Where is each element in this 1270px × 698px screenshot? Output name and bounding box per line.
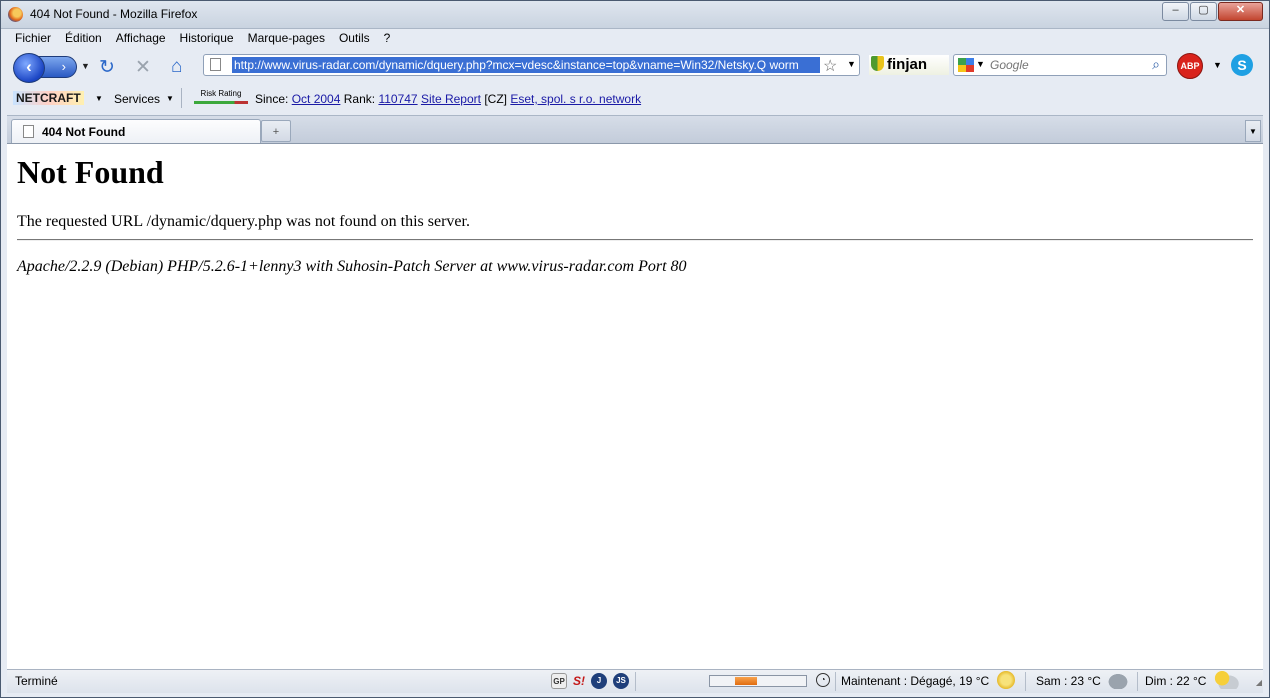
finjan-button[interactable]: finjan (869, 55, 949, 75)
finjan-label: finjan (887, 56, 927, 73)
search-icon[interactable]: ⌕ (1152, 56, 1160, 73)
divider (17, 239, 1253, 241)
url-dropdown-icon[interactable]: ▼ (847, 59, 856, 69)
url-text[interactable]: http://www.virus-radar.com/dynamic/dquer… (232, 57, 820, 73)
netcraft-dropdown-icon[interactable]: ▼ (95, 94, 103, 103)
page-icon (210, 58, 221, 71)
search-input[interactable] (988, 57, 1142, 73)
weather-now[interactable]: Maintenant : Dégagé, 19 °C (841, 674, 989, 688)
netcraft-logo[interactable]: NETCRAFT (13, 91, 84, 105)
close-button[interactable]: ✕ (1218, 2, 1263, 21)
resize-grip-icon[interactable]: ◢ (1256, 678, 1262, 687)
gp-icon[interactable]: GP (551, 673, 567, 689)
status-text: Terminé (15, 674, 58, 688)
menu-outils[interactable]: Outils (331, 29, 376, 49)
menu-affichage[interactable]: Affichage (108, 29, 172, 49)
partly-cloudy-icon (1213, 671, 1239, 689)
status-divider (1025, 672, 1026, 691)
progress-bar (709, 675, 807, 687)
menu-help[interactable]: ? (376, 29, 397, 49)
maximize-button[interactable]: ▢ (1190, 2, 1217, 21)
firefox-logo-icon (8, 7, 23, 22)
status-divider (635, 672, 636, 691)
netcraft-site-info: Since: Oct 2004 Rank: 110747 Site Report… (255, 92, 641, 106)
clock-icon[interactable]: ◔ (816, 673, 830, 687)
google-logo-icon[interactable] (958, 58, 974, 72)
status-divider (1137, 672, 1138, 691)
rain-cloud-icon (1105, 671, 1131, 689)
url-bar[interactable]: http://www.virus-radar.com/dynamic/dquer… (203, 54, 860, 76)
page-content: Not Found The requested URL /dynamic/dqu… (7, 143, 1263, 669)
menu-bar: Fichier Édition Affichage Historique Mar… (7, 29, 396, 49)
rank-label: Rank: (343, 92, 376, 106)
window-title: 404 Not Found - Mozilla Firefox (30, 7, 198, 21)
toolbar-separator (181, 88, 182, 108)
since-label: Since: (255, 92, 289, 106)
country-label: [CZ] (484, 92, 507, 106)
page-heading: Not Found (17, 154, 164, 190)
new-tab-button[interactable]: + (261, 120, 291, 142)
tab-page-icon (23, 125, 34, 138)
back-button[interactable]: ‹ (13, 53, 45, 83)
stop-icon[interactable]: ✕ (135, 56, 151, 79)
s-icon[interactable]: S! (571, 673, 587, 689)
menu-historique[interactable]: Historique (172, 29, 240, 49)
since-link[interactable]: Oct 2004 (292, 92, 341, 106)
weather-saturday[interactable]: Sam : 23 °C (1036, 674, 1101, 688)
history-dropdown-icon[interactable]: ▼ (81, 61, 90, 71)
window-controls: – ▢ ✕ (1162, 2, 1263, 21)
tab-label: 404 Not Found (42, 125, 126, 139)
bookmark-star-icon[interactable]: ☆ (823, 56, 837, 76)
js-icon[interactable]: JS (613, 673, 629, 689)
status-divider (835, 672, 836, 691)
firefox-window: 404 Not Found - Mozilla Firefox – ▢ ✕ Fi… (0, 0, 1270, 698)
menu-fichier[interactable]: Fichier (7, 29, 57, 49)
site-report-link[interactable]: Site Report (421, 92, 481, 106)
search-bar[interactable]: ▼ ⌕ (953, 54, 1167, 76)
back-forward-group: › ‹ ▼ (13, 53, 93, 83)
sun-icon (997, 671, 1015, 689)
navigation-toolbar: › ‹ ▼ ↻ ✕ ⌂ http://www.virus-radar.com/d… (7, 50, 1263, 84)
risk-rating[interactable]: Risk Rating (194, 90, 248, 106)
adblock-dropdown-icon[interactable]: ▼ (1213, 60, 1222, 70)
progress-fill (735, 677, 757, 685)
services-menu[interactable]: Services (114, 92, 160, 106)
tab-404[interactable]: 404 Not Found (11, 119, 261, 143)
menu-edition[interactable]: Édition (57, 29, 108, 49)
home-icon[interactable]: ⌂ (171, 56, 182, 78)
tab-strip: 404 Not Found + ▼ (7, 115, 1263, 143)
tab-list-dropdown-icon[interactable]: ▼ (1245, 120, 1261, 142)
services-dropdown-icon[interactable]: ▼ (166, 94, 174, 103)
adblock-plus-button[interactable]: ABP (1177, 53, 1203, 79)
search-engine-dropdown-icon[interactable]: ▼ (976, 59, 985, 69)
server-signature: Apache/2.2.9 (Debian) PHP/5.2.6-1+lenny3… (17, 258, 687, 275)
risk-rating-label: Risk Rating (200, 89, 242, 98)
skype-icon[interactable]: S (1231, 54, 1253, 76)
netcraft-toolbar: NETCRAFT ▼ Services ▼ Risk Rating Since:… (7, 86, 1263, 112)
j-icon[interactable]: J (591, 673, 607, 689)
title-bar: 404 Not Found - Mozilla Firefox – ▢ ✕ (1, 1, 1269, 29)
menu-marque-pages[interactable]: Marque-pages (240, 29, 331, 49)
error-message: The requested URL /dynamic/dquery.php wa… (17, 213, 470, 230)
reload-icon[interactable]: ↻ (99, 56, 115, 79)
minimize-button[interactable]: – (1162, 2, 1189, 21)
status-bar: Terminé GP S! J JS ◔ Maintenant : Dégagé… (7, 669, 1263, 693)
rank-link[interactable]: 110747 (378, 92, 417, 106)
weather-sunday[interactable]: Dim : 22 °C (1145, 674, 1206, 688)
finjan-shield-icon (871, 56, 884, 71)
network-link[interactable]: Eset, spol. s r.o. network (510, 92, 641, 106)
risk-rating-bar (194, 101, 248, 104)
